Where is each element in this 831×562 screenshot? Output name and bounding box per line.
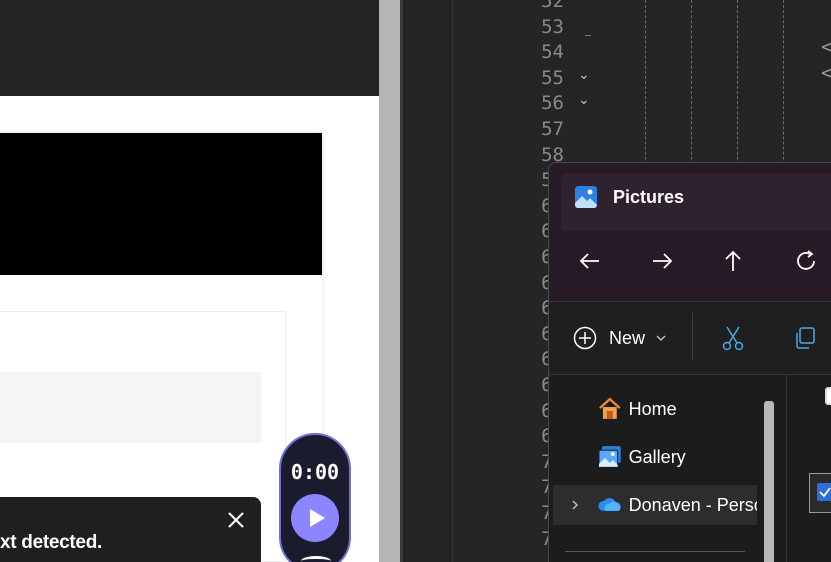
recorder-time: 0:00 (290, 460, 340, 484)
editor-activity-strip (403, 0, 453, 562)
browser-header (0, 0, 379, 96)
nav-separator (565, 551, 745, 552)
toolbar-separator (692, 313, 693, 361)
file-explorer-window: Pictures New Home Gallery Donaven - Pers… (548, 162, 831, 562)
recorder-more-icon[interactable] (301, 556, 331, 562)
gallery-icon (598, 446, 621, 468)
new-button-label: New (609, 327, 646, 348)
indent-guide (737, 0, 738, 180)
refresh-icon[interactable] (793, 248, 819, 274)
line-number: 53 (541, 15, 564, 38)
indent-guide (645, 0, 646, 180)
indent-guide (783, 0, 784, 180)
line-number: 57 (541, 118, 564, 140)
screen: xt detected. 0:00 5253545556575859606162… (0, 0, 831, 562)
up-arrow-icon[interactable] (720, 248, 746, 274)
video-player[interactable] (0, 133, 322, 275)
input-area[interactable] (0, 372, 261, 443)
back-arrow-icon[interactable] (577, 248, 603, 274)
play-icon[interactable] (291, 494, 339, 542)
new-button[interactable]: New (573, 325, 667, 351)
sidebar-item-gallery[interactable]: Gallery (549, 437, 757, 477)
plus-circle-icon (573, 326, 597, 350)
sidebar-item-label: Home (628, 398, 677, 419)
sidebar-item-label: Donaven - Perso (628, 494, 757, 515)
chevron-down-icon (656, 335, 666, 341)
code-text: < (821, 36, 831, 58)
chevron-right-icon[interactable] (569, 499, 581, 511)
sidebar-item-label: Gallery (628, 446, 686, 467)
scrollbar[interactable] (764, 401, 774, 562)
line-number: 54 (541, 41, 564, 64)
indent-guide (691, 0, 692, 180)
chevron-down-icon[interactable]: ⌄ (578, 91, 590, 108)
scissors-icon[interactable] (721, 325, 745, 351)
code-text: < (821, 62, 831, 84)
home-icon (599, 397, 621, 419)
window-title: Pictures (613, 187, 685, 207)
close-icon[interactable] (227, 511, 245, 529)
forward-arrow-icon[interactable] (649, 248, 675, 274)
line-number: 52 (541, 0, 564, 12)
copy-icon[interactable] (793, 326, 817, 350)
line-number: 55 (541, 66, 564, 89)
line-number: 56 (541, 92, 564, 115)
sidebar-item-home[interactable]: Home (549, 389, 757, 429)
toast-message: xt detected. (0, 532, 102, 553)
chevron-down-icon[interactable]: ⌄ (578, 66, 590, 83)
tab-pictures[interactable] (561, 173, 831, 231)
select-all-checkbox[interactable] (825, 387, 831, 405)
onedrive-icon (598, 498, 621, 511)
fold-marker (585, 35, 591, 36)
pictures-icon (575, 186, 597, 208)
checkbox-checked-icon[interactable] (817, 483, 831, 501)
sidebar-item-onedrive[interactable]: Donaven - Perso (553, 485, 757, 525)
